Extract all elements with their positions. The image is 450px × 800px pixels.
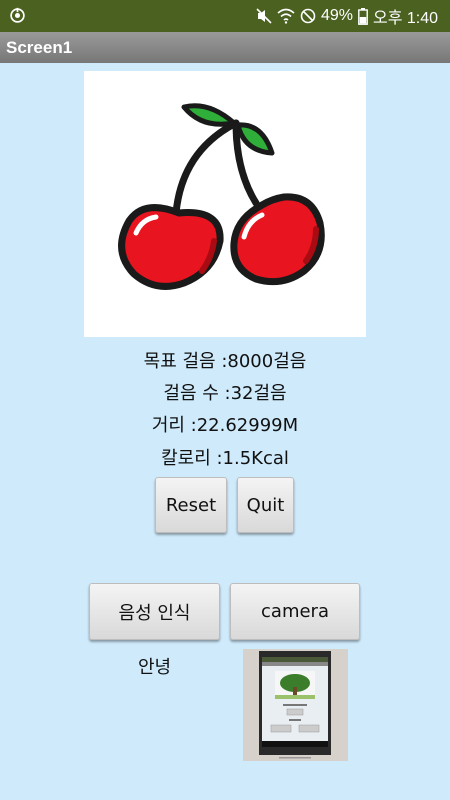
calories-label: 칼로리 :1.5Kcal [161,448,289,469]
clock: 오후 1:40 [372,10,438,27]
battery-percent: 49% [320,7,353,24]
captured-photo-thumbnail [243,649,348,761]
status-icons: 49% 오후 1:40 [256,0,438,32]
cherry-icon [118,103,325,290]
status-bar: 49% 오후 1:40 [0,0,450,32]
screen-title-bar: Screen1 [0,32,450,63]
wifi-icon [277,8,295,24]
mute-icon [256,8,272,24]
distance-label: 거리 :22.62999M [151,415,299,436]
battery-icon [358,7,368,25]
goal-steps-label: 목표 걸음 :8000걸음 [143,351,307,372]
camera-button[interactable]: camera [230,583,360,640]
screen-title: Screen1 [6,38,73,57]
hello-label: 안녕 [138,657,172,678]
cherry-image [84,71,366,337]
step-count-label: 걸음 수 :32걸음 [163,383,287,404]
reset-button[interactable]: Reset [155,477,227,533]
voice-recognition-button[interactable]: 음성 인식 [89,583,220,640]
quit-button[interactable]: Quit [237,477,294,533]
photo-preview-image [243,649,348,761]
app-notification-icon [10,7,25,23]
do-not-disturb-icon [300,8,316,24]
